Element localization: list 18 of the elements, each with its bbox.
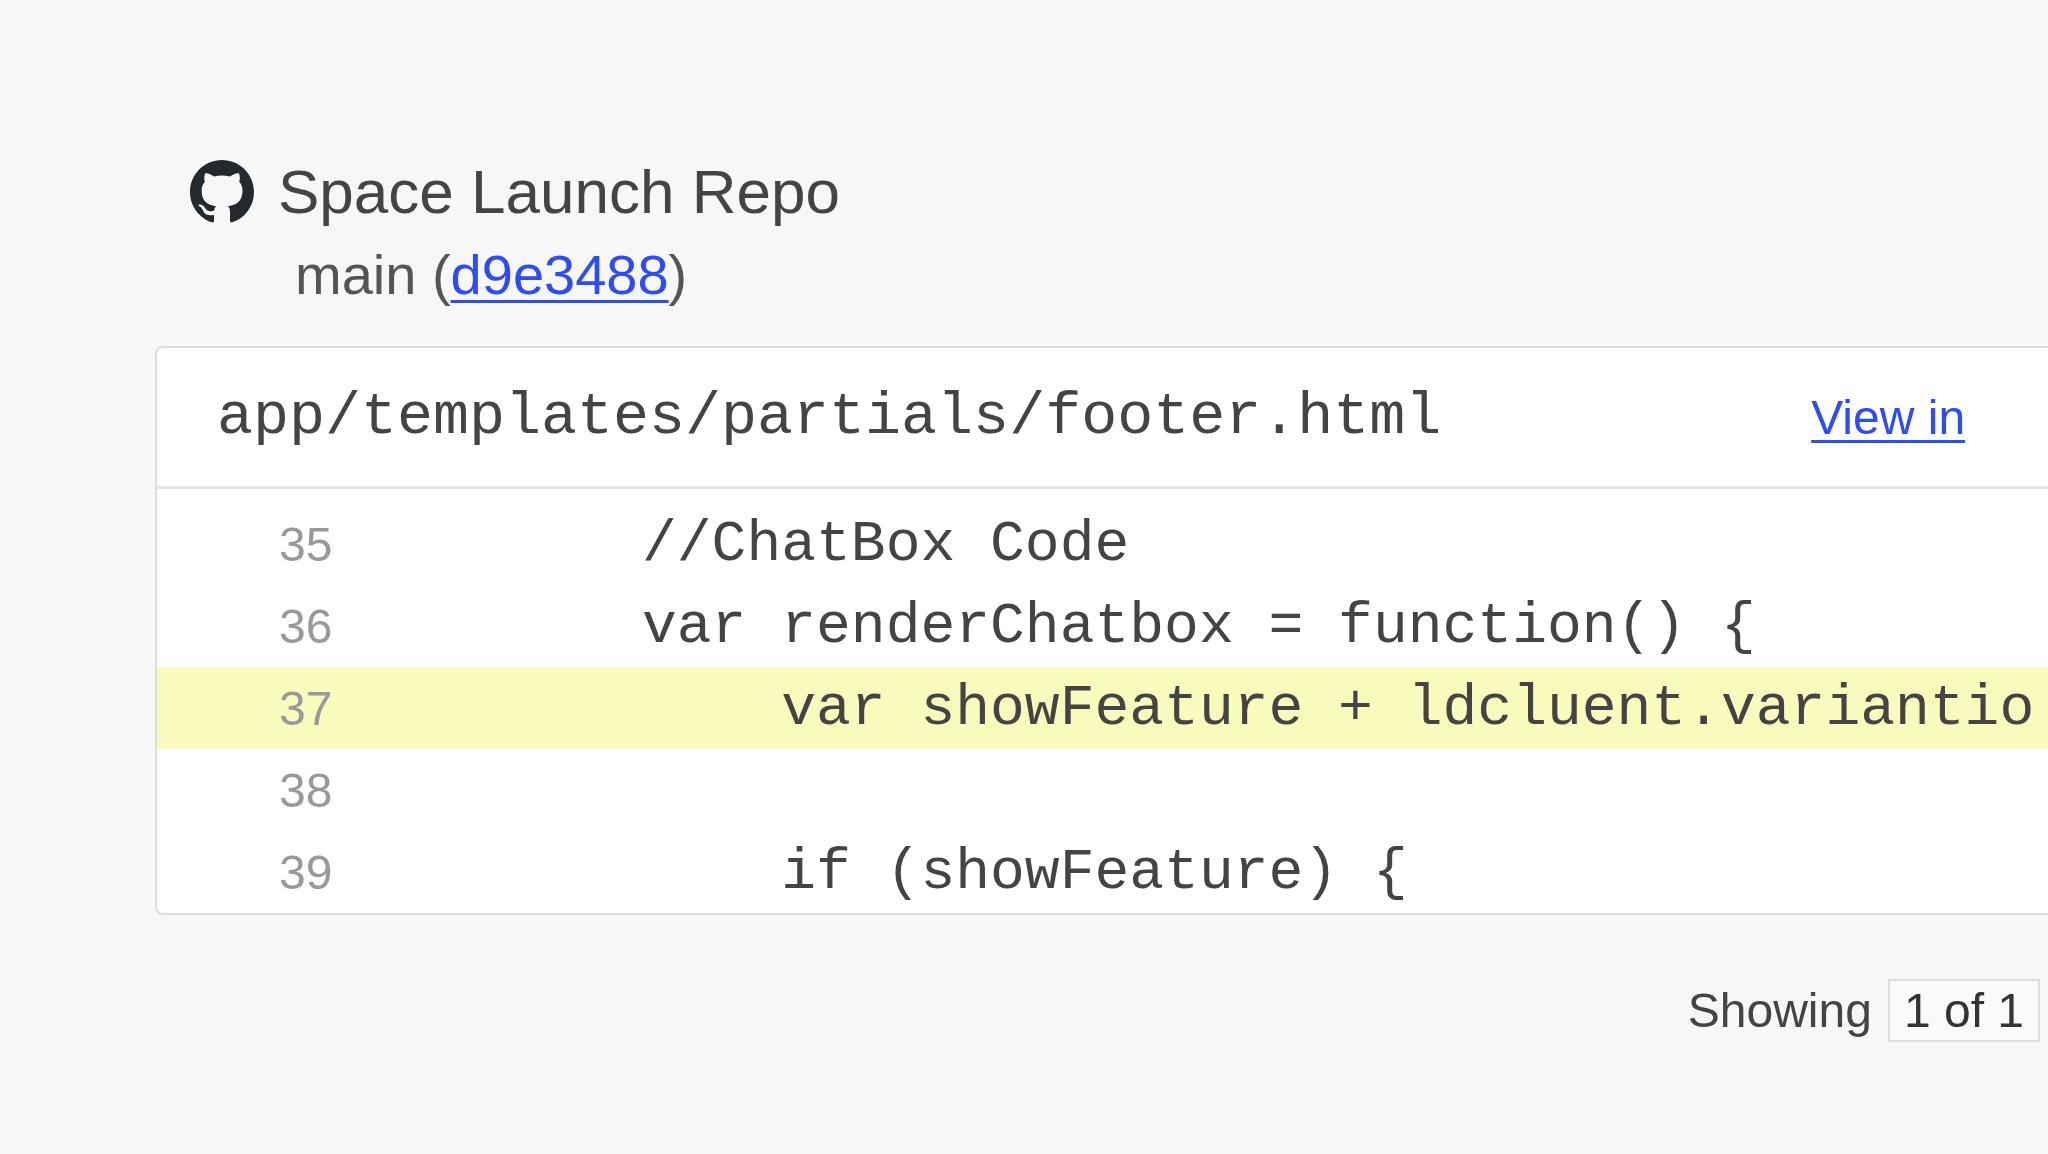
- view-link[interactable]: View in: [1811, 389, 1966, 445]
- line-number: 38: [279, 762, 334, 818]
- code-text: var renderChatbox = function() {: [642, 593, 1756, 659]
- showing-label: Showing: [1687, 983, 1872, 1038]
- code-text: //ChatBox Code: [642, 511, 1130, 577]
- line-number: 36: [279, 598, 334, 654]
- cat-logo-icon: [190, 160, 254, 224]
- line-number: 35: [279, 516, 334, 572]
- line-number: 37: [279, 680, 334, 736]
- result-count: 1 of 1: [1887, 979, 2040, 1042]
- code-text: if (showFeature) {: [780, 839, 1408, 905]
- code-text: var showFeature + ldcluent.variantio: [780, 675, 2035, 741]
- repo-name: Space Launch Repo: [278, 156, 840, 228]
- line-number: 39: [279, 844, 334, 900]
- file-path: app/templates/partials/footer.html: [217, 383, 1442, 451]
- commit-link[interactable]: d9e3488: [450, 243, 669, 306]
- closing-paren: ): [668, 243, 688, 306]
- branch-label: main (: [295, 243, 451, 306]
